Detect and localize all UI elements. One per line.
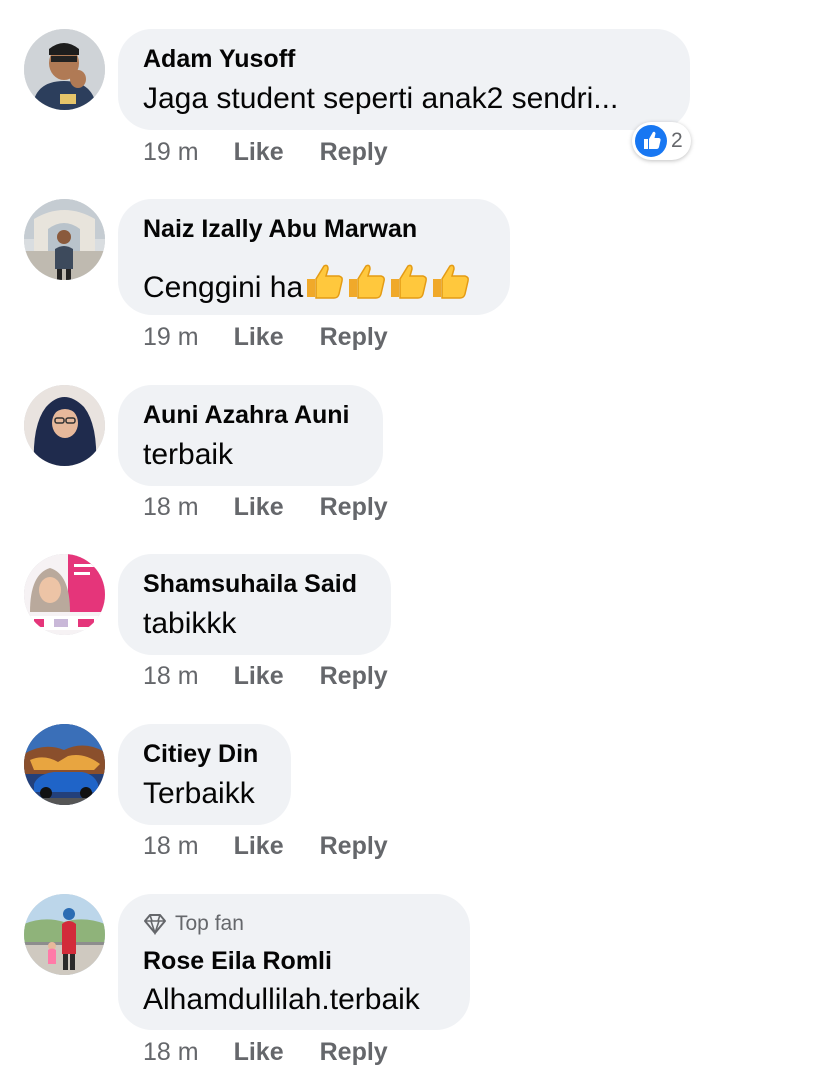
avatar[interactable] xyxy=(24,894,105,975)
thumbs-up-icon xyxy=(391,264,428,299)
avatar-image xyxy=(24,554,105,635)
comment-author[interactable]: Rose Eila Romli xyxy=(143,947,332,976)
comment-text: terbaik xyxy=(143,438,234,471)
reply-button[interactable]: Reply xyxy=(320,832,388,861)
comment-bubble: Adam Yusoff Jaga student seperti anak2 s… xyxy=(118,29,690,130)
avatar[interactable] xyxy=(24,199,105,280)
avatar-image xyxy=(24,724,105,805)
comment-text: Jaga student seperti anak2 sendri... xyxy=(143,82,619,115)
comment-meta: 18 m Like Reply xyxy=(143,493,388,522)
comment-bubble: Top fan Rose Eila Romli Alhamdullilah.te… xyxy=(118,894,470,1030)
comment-time[interactable]: 19 m xyxy=(143,138,199,167)
avatar[interactable] xyxy=(24,554,105,635)
like-button[interactable]: Like xyxy=(234,662,284,691)
avatar[interactable] xyxy=(24,29,105,110)
avatar-image xyxy=(24,894,105,975)
comment-author[interactable]: Adam Yusoff xyxy=(143,45,295,74)
avatar-image xyxy=(24,199,105,280)
comment-author[interactable]: Citiey Din xyxy=(143,740,258,769)
thumbs-up-icon xyxy=(307,264,344,299)
like-button[interactable]: Like xyxy=(234,493,284,522)
avatar[interactable] xyxy=(24,724,105,805)
top-fan-label: Top fan xyxy=(175,912,244,935)
reply-button[interactable]: Reply xyxy=(320,323,388,352)
comment-time[interactable]: 18 m xyxy=(143,493,199,522)
thumbs-up-emoji-group xyxy=(303,261,471,301)
thumbs-up-icon xyxy=(349,264,386,299)
reaction-count: 2 xyxy=(671,129,683,152)
comment-bubble: Naiz Izally Abu Marwan Cenggini ha xyxy=(118,199,510,315)
avatar-image xyxy=(24,385,105,466)
comment-time[interactable]: 18 m xyxy=(143,662,199,691)
comment-time[interactable]: 18 m xyxy=(143,832,199,861)
comment-bubble: Shamsuhaila Said tabikkk xyxy=(118,554,391,655)
comment-time[interactable]: 19 m xyxy=(143,323,199,352)
reply-button[interactable]: Reply xyxy=(320,1038,388,1067)
comment-bubble: Citiey Din Terbaikk xyxy=(118,724,291,825)
reply-button[interactable]: Reply xyxy=(320,138,388,167)
diamond-icon xyxy=(144,914,166,935)
comment-meta: 19 m Like Reply xyxy=(143,138,388,167)
comment-author[interactable]: Auni Azahra Auni xyxy=(143,401,349,430)
comment-meta: 18 m Like Reply xyxy=(143,1038,388,1067)
comment-text: Terbaikk xyxy=(143,777,255,810)
comment-meta: 18 m Like Reply xyxy=(143,832,388,861)
comment-author[interactable]: Naiz Izally Abu Marwan xyxy=(143,215,417,244)
like-button[interactable]: Like xyxy=(234,1038,284,1067)
comment-bubble: Auni Azahra Auni terbaik xyxy=(118,385,383,486)
like-button[interactable]: Like xyxy=(234,138,284,167)
reply-button[interactable]: Reply xyxy=(320,493,388,522)
reaction-summary[interactable]: 2 xyxy=(632,122,691,160)
top-fan-badge: Top fan xyxy=(143,912,244,936)
comment-text: Cenggini ha xyxy=(143,261,471,305)
comment-time[interactable]: 18 m xyxy=(143,1038,199,1067)
reply-button[interactable]: Reply xyxy=(320,662,388,691)
comment-meta: 19 m Like Reply xyxy=(143,323,388,352)
avatar-image xyxy=(24,29,105,110)
like-reaction-icon xyxy=(635,125,667,157)
comment-meta: 18 m Like Reply xyxy=(143,662,388,691)
comment-text: Alhamdullilah.terbaik xyxy=(143,983,420,1016)
like-button[interactable]: Like xyxy=(234,323,284,352)
like-button[interactable]: Like xyxy=(234,832,284,861)
comment-text: tabikkk xyxy=(143,607,237,640)
avatar[interactable] xyxy=(24,385,105,466)
comment-text-content: Cenggini ha xyxy=(143,271,304,304)
comment-author[interactable]: Shamsuhaila Said xyxy=(143,570,357,599)
thumbs-up-icon xyxy=(433,264,470,299)
